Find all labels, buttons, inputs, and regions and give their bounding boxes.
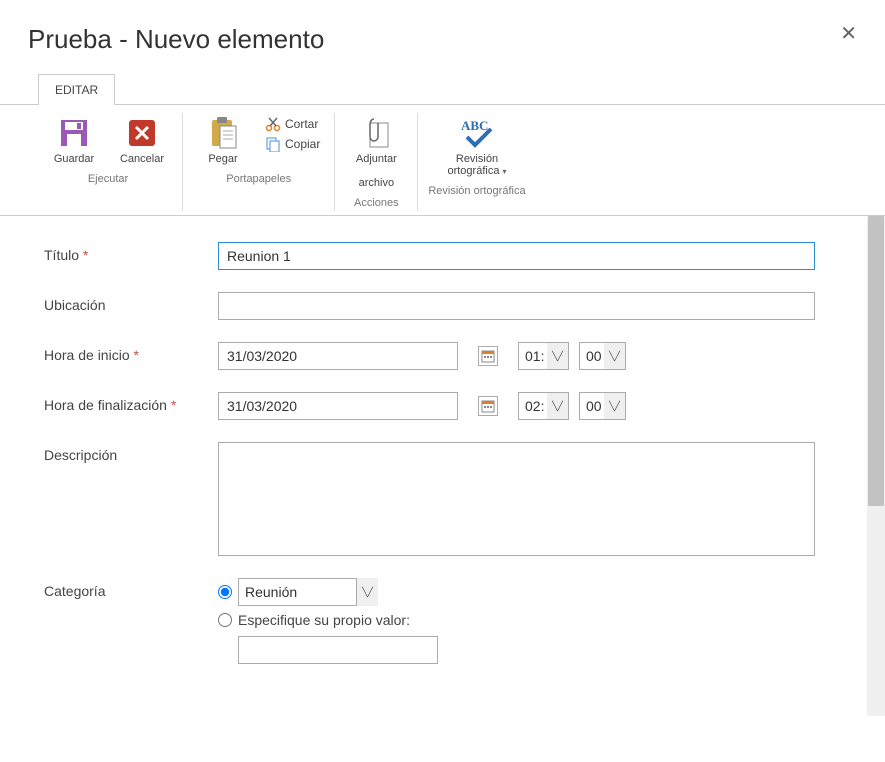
calendar-icon <box>481 399 495 413</box>
paste-icon <box>208 115 238 151</box>
description-label: Descripción <box>44 442 218 463</box>
description-input[interactable] <box>218 442 815 556</box>
category-custom-label: Especifique su propio valor: <box>238 612 410 628</box>
scrollbar-thumb[interactable] <box>868 216 884 506</box>
save-icon <box>59 115 89 151</box>
category-select-radio[interactable] <box>218 585 232 599</box>
cut-button[interactable]: Cortar <box>261 115 324 133</box>
category-custom-radio[interactable] <box>218 613 232 627</box>
category-select[interactable]: Reunión <box>238 578 378 606</box>
dialog-title: Prueba - Nuevo elemento <box>28 24 324 55</box>
calendar-icon <box>481 349 495 363</box>
category-label: Categoría <box>44 578 218 599</box>
end-time-label: Hora de finalización * <box>44 392 218 413</box>
end-minute-select[interactable]: 00 <box>579 392 604 420</box>
spellcheck-icon: ABC <box>457 115 497 151</box>
end-date-input[interactable] <box>218 392 458 420</box>
ribbon-group-spellcheck: Revisión ortográfica <box>428 185 525 199</box>
cut-icon <box>265 116 281 132</box>
title-label: Título * <box>44 242 218 263</box>
copy-button[interactable]: Copiar <box>261 135 324 153</box>
cancel-button[interactable]: Cancelar <box>112 113 172 167</box>
ribbon-group-clipboard: Portapapeles <box>226 173 291 187</box>
chevron-down-icon: ╲╱ <box>547 392 569 420</box>
spellcheck-button[interactable]: ABC Revisiónortográfica▾ <box>436 113 518 179</box>
svg-text:ABC: ABC <box>461 118 488 133</box>
ribbon: Guardar Cancelar Ejecutar Pegar <box>0 104 885 216</box>
start-date-input[interactable] <box>218 342 458 370</box>
chevron-down-icon: ╲╱ <box>604 392 626 420</box>
location-input[interactable] <box>218 292 815 320</box>
dropdown-icon: ▾ <box>502 167 506 176</box>
end-hour-select[interactable]: 02: <box>518 392 547 420</box>
title-input[interactable] <box>218 242 815 270</box>
category-custom-input[interactable] <box>238 636 438 664</box>
start-time-label: Hora de inicio * <box>44 342 218 363</box>
chevron-down-icon: ╲╱ <box>604 342 626 370</box>
tab-edit[interactable]: EDITAR <box>38 74 115 105</box>
attach-file-button[interactable]: Adjuntar archivo <box>345 113 407 191</box>
scrollbar-track[interactable] <box>867 216 885 716</box>
chevron-down-icon: ╲╱ <box>547 342 569 370</box>
copy-icon <box>265 136 281 152</box>
start-hour-select[interactable]: 01: <box>518 342 547 370</box>
location-label: Ubicación <box>44 292 218 313</box>
ribbon-group-execute: Ejecutar <box>88 173 128 187</box>
form-area: Título * Ubicación Hora de inicio * 01: … <box>0 216 885 716</box>
attach-icon <box>362 115 390 151</box>
start-date-picker-button[interactable] <box>478 346 498 366</box>
ribbon-group-actions: Acciones <box>354 197 399 211</box>
close-button[interactable]: ✕ <box>840 24 857 44</box>
paste-button[interactable]: Pegar <box>193 113 253 167</box>
cancel-icon <box>127 115 157 151</box>
save-button[interactable]: Guardar <box>44 113 104 167</box>
start-minute-select[interactable]: 00 <box>579 342 604 370</box>
end-date-picker-button[interactable] <box>478 396 498 416</box>
